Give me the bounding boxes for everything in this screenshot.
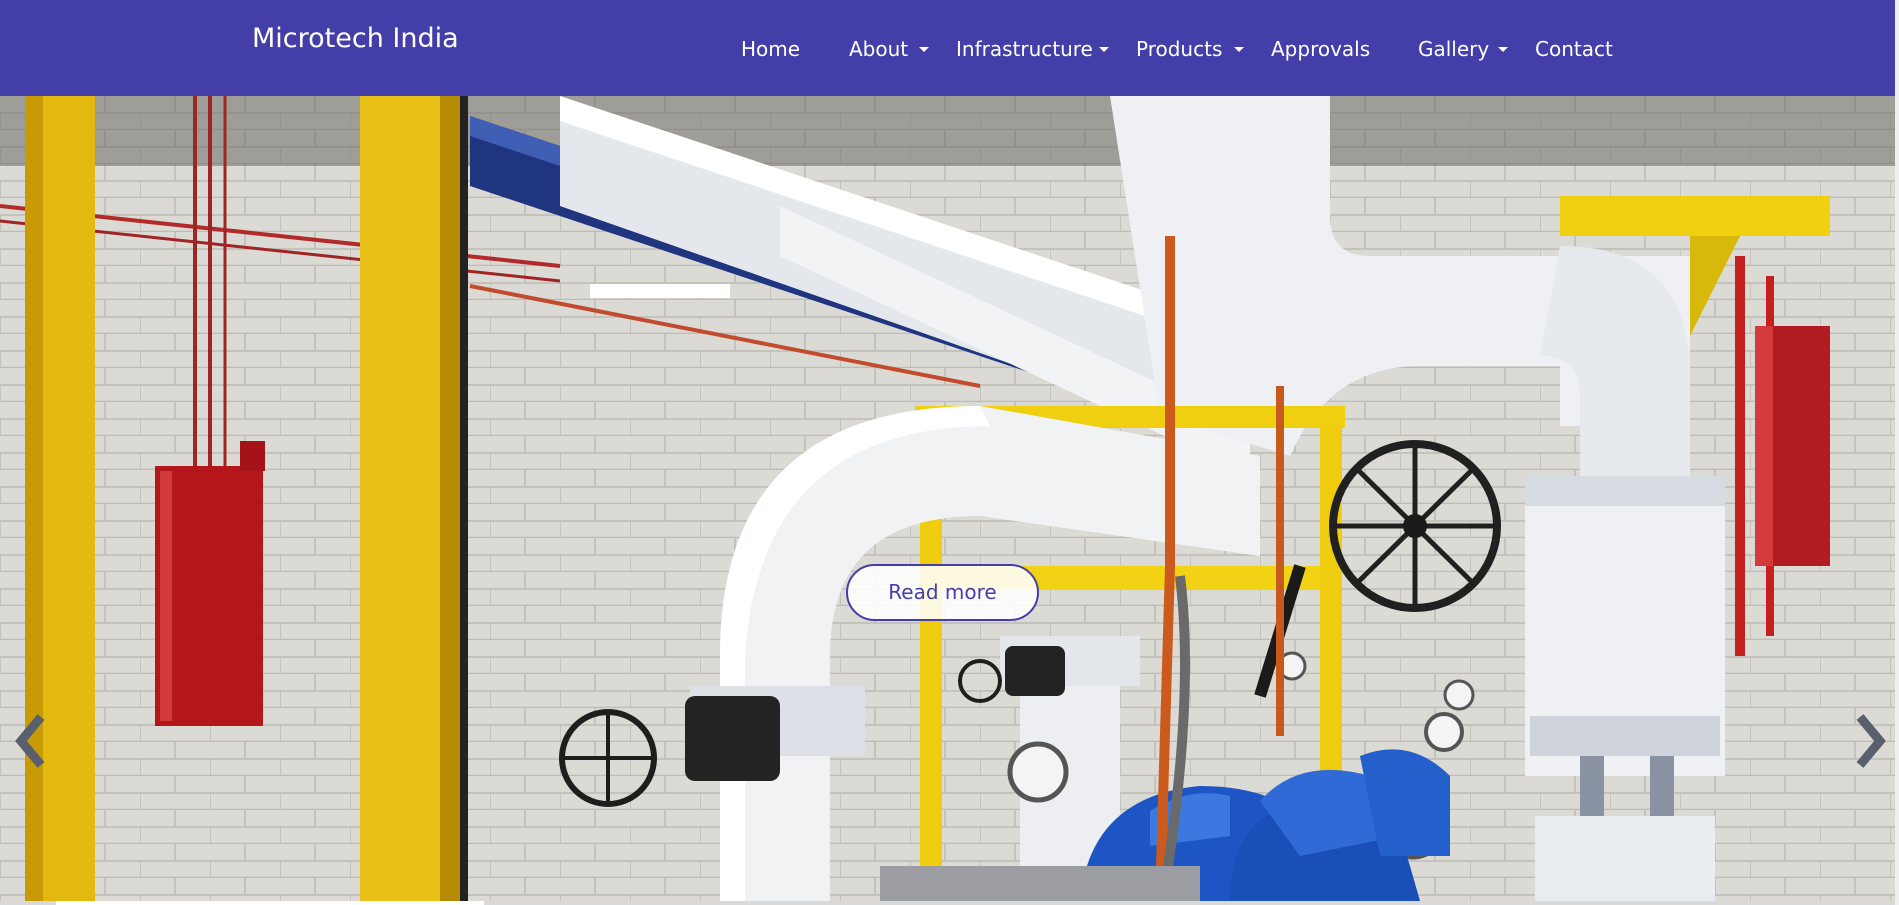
nav-item-label: Infrastructure: [956, 37, 1093, 61]
chevron-left-icon: [15, 714, 45, 768]
top-navbar: Microtech India Home About Infrastructur…: [0, 0, 1895, 96]
caret-down-icon: [1099, 47, 1109, 52]
nav-item-gallery[interactable]: Gallery: [1418, 36, 1508, 62]
nav-item-products[interactable]: Products: [1136, 36, 1244, 62]
nav-item-label: Home: [741, 37, 801, 61]
nav-item-label: Gallery: [1418, 37, 1490, 61]
vertical-scrollbar[interactable]: [1895, 0, 1899, 905]
chevron-right-icon: [1856, 714, 1886, 768]
nav-item-label: Products: [1136, 37, 1223, 61]
hero-carousel: Read more: [0, 96, 1895, 901]
nav-item-approvals[interactable]: Approvals: [1271, 36, 1370, 62]
hero-image: [0, 96, 1895, 901]
nav-item-home[interactable]: Home: [741, 36, 800, 62]
caret-down-icon: [1234, 47, 1244, 52]
carousel-prev-button[interactable]: [9, 711, 53, 771]
nav-item-contact[interactable]: Contact: [1535, 36, 1613, 62]
nav-item-label: About: [849, 37, 909, 61]
caret-down-icon: [1498, 47, 1508, 52]
nav-item-about[interactable]: About: [849, 36, 929, 62]
nav-item-label: Approvals: [1271, 37, 1371, 61]
nav-item-infrastructure[interactable]: Infrastructure: [956, 36, 1109, 62]
scrollbar-thumb[interactable]: [56, 901, 484, 905]
horizontal-scrollbar[interactable]: [0, 901, 1899, 905]
read-more-button[interactable]: Read more: [846, 564, 1039, 621]
brand-logo-text[interactable]: Microtech India: [252, 22, 459, 56]
caret-down-icon: [919, 47, 929, 52]
nav-item-label: Contact: [1535, 37, 1613, 61]
carousel-next-button[interactable]: [1848, 711, 1892, 771]
